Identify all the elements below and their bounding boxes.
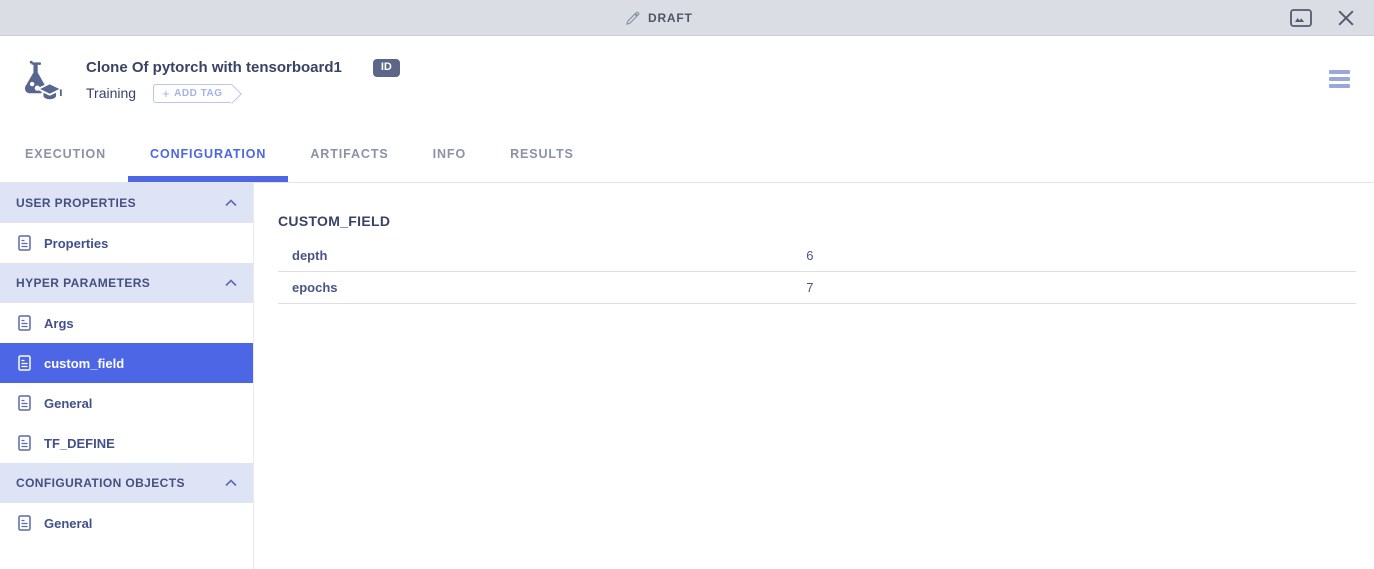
training-experiment-icon — [14, 60, 64, 104]
configuration-body: USER PROPERTIES Properties HYPER PARAMET… — [0, 183, 1374, 569]
menu-icon[interactable] — [1329, 70, 1350, 88]
sidebar-item-label: TF_DEFINE — [44, 436, 115, 451]
sidebar-item-label: Properties — [44, 236, 108, 251]
parameter-row-epochs[interactable]: epochs 7 — [278, 272, 1356, 304]
sidebar-section-items: General — [0, 503, 253, 543]
sidebar-section-items: Properties — [0, 223, 253, 263]
sidebar-item-general[interactable]: General — [0, 503, 253, 543]
sidebar-item-properties[interactable]: Properties — [0, 223, 253, 263]
tab-results[interactable]: RESULTS — [488, 125, 596, 182]
sidebar-section-header[interactable]: HYPER PARAMETERS — [0, 263, 253, 303]
sidebar-section-items: Args custom_field General TF_DEFINE — [0, 303, 253, 463]
sidebar-section-title: HYPER PARAMETERS — [16, 276, 150, 290]
parameter-row-depth[interactable]: depth 6 — [278, 240, 1356, 272]
sidebar-item-args[interactable]: Args — [0, 303, 253, 343]
sidebar-item-custom_field[interactable]: custom_field — [0, 343, 253, 383]
experiment-type-label: Training — [86, 85, 136, 101]
experiment-title: Clone Of pytorch with tensorboard1 — [86, 59, 342, 76]
tab-info[interactable]: INFO — [411, 125, 488, 182]
sidebar-section: CONFIGURATION OBJECTS General — [0, 463, 253, 543]
document-icon — [18, 435, 31, 451]
tab-configuration[interactable]: CONFIGURATION — [128, 125, 288, 182]
pencil-icon — [625, 11, 640, 26]
parameter-name: depth — [278, 248, 806, 263]
sidebar-item-tf_define[interactable]: TF_DEFINE — [0, 423, 253, 463]
experiment-header: Clone Of pytorch with tensorboard1 ID Tr… — [0, 36, 1374, 125]
chevron-up-icon[interactable] — [225, 199, 237, 207]
sidebar-section-header[interactable]: USER PROPERTIES — [0, 183, 253, 223]
sidebar-section-title: USER PROPERTIES — [16, 196, 136, 210]
document-icon — [18, 315, 31, 331]
parameter-value: 7 — [806, 280, 1356, 295]
sidebar-item-label: General — [44, 396, 92, 411]
chevron-up-icon[interactable] — [225, 279, 237, 287]
sidebar-item-label: custom_field — [44, 356, 124, 371]
parameter-table: depth 6 epochs 7 — [278, 240, 1356, 304]
section-heading: CUSTOM_FIELD — [278, 213, 1356, 229]
configuration-sidebar: USER PROPERTIES Properties HYPER PARAMET… — [0, 183, 254, 569]
plus-icon: + — [162, 87, 170, 100]
experiment-detail-panel: DRAFT — [0, 0, 1374, 569]
sidebar-section: HYPER PARAMETERS Args custom_field — [0, 263, 253, 463]
parameter-value: 6 — [806, 248, 1356, 263]
configuration-content: CUSTOM_FIELD depth 6 epochs 7 — [254, 183, 1374, 569]
status-label: DRAFT — [648, 11, 693, 25]
document-icon — [18, 395, 31, 411]
sidebar-section-title: CONFIGURATION OBJECTS — [16, 476, 185, 490]
tab-label: ARTIFACTS — [310, 147, 388, 161]
tab-bar: EXECUTION CONFIGURATION ARTIFACTS INFO R… — [0, 125, 1374, 183]
sidebar-item-general[interactable]: General — [0, 383, 253, 423]
document-icon — [18, 235, 31, 251]
close-icon[interactable] — [1338, 10, 1354, 26]
document-icon — [18, 515, 31, 531]
tab-label: RESULTS — [510, 147, 574, 161]
tab-execution[interactable]: EXECUTION — [3, 125, 128, 182]
parameter-name: epochs — [278, 280, 806, 295]
header-text: Clone Of pytorch with tensorboard1 ID Tr… — [86, 59, 400, 103]
sidebar-section: USER PROPERTIES Properties — [0, 183, 253, 263]
status-bar: DRAFT — [0, 0, 1374, 36]
chevron-up-icon[interactable] — [225, 479, 237, 487]
add-tag-button[interactable]: + ADD TAG — [153, 84, 232, 103]
document-icon — [18, 355, 31, 371]
screenshot-icon[interactable] — [1290, 9, 1312, 27]
sidebar-section-header[interactable]: CONFIGURATION OBJECTS — [0, 463, 253, 503]
status-indicator: DRAFT — [625, 0, 693, 36]
tab-label: INFO — [433, 147, 466, 161]
tab-artifacts[interactable]: ARTIFACTS — [288, 125, 410, 182]
tab-label: CONFIGURATION — [150, 147, 266, 161]
tab-label: EXECUTION — [25, 147, 106, 161]
sidebar-item-label: General — [44, 516, 92, 531]
id-badge[interactable]: ID — [373, 59, 400, 77]
sidebar-item-label: Args — [44, 316, 74, 331]
add-tag-label: ADD TAG — [174, 88, 222, 99]
topbar-actions — [1290, 0, 1354, 36]
